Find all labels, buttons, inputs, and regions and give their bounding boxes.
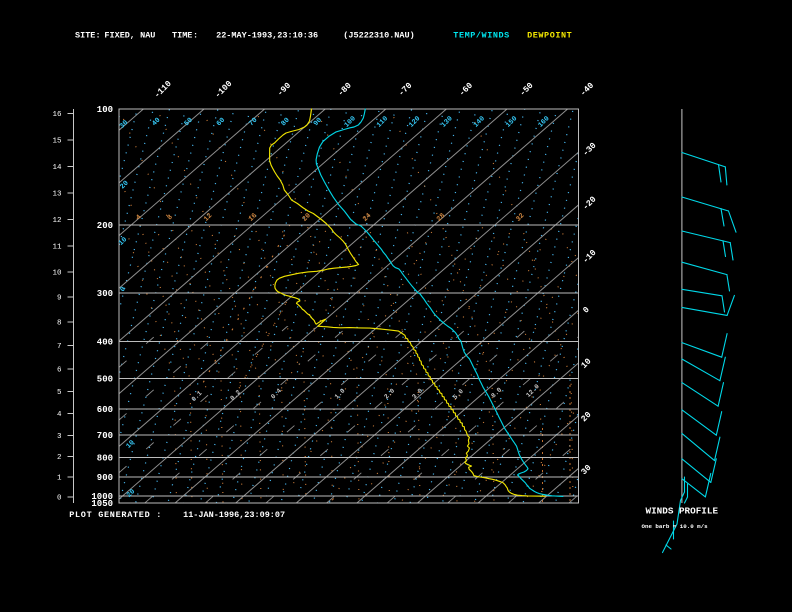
svg-text:PLOT GENERATED :: PLOT GENERATED : (69, 510, 162, 520)
svg-text:7: 7 (57, 343, 62, 351)
svg-text:11: 11 (52, 243, 62, 251)
svg-text:3: 3 (57, 433, 62, 441)
svg-text:900: 900 (97, 473, 113, 483)
svg-text:TIME: TIME (172, 30, 192, 40)
svg-text:FIXED, NAU: FIXED, NAU (104, 30, 155, 40)
svg-text:16: 16 (52, 111, 62, 119)
svg-text:12: 12 (52, 217, 61, 225)
svg-text:One barb = 10.0 m/s: One barb = 10.0 m/s (642, 523, 709, 530)
svg-text::: : (193, 30, 198, 40)
svg-text:1050: 1050 (91, 499, 113, 509)
svg-text:200: 200 (97, 221, 113, 231)
svg-text:1: 1 (57, 474, 62, 482)
svg-text:11-JAN-1996,23:09:07: 11-JAN-1996,23:09:07 (183, 510, 285, 520)
svg-text:0: 0 (57, 495, 62, 503)
svg-text::: : (96, 30, 101, 40)
svg-text:14: 14 (52, 164, 62, 172)
svg-text:5: 5 (57, 389, 62, 397)
svg-text:TEMP/WINDS: TEMP/WINDS (453, 30, 510, 40)
svg-text:600: 600 (97, 405, 113, 415)
svg-text:700: 700 (97, 431, 113, 441)
svg-text:800: 800 (97, 453, 113, 463)
svg-text:8: 8 (57, 319, 62, 327)
svg-text:2: 2 (57, 454, 62, 462)
svg-text:WINDS PROFILE: WINDS PROFILE (646, 506, 719, 517)
svg-text:400: 400 (97, 337, 113, 347)
svg-text:10: 10 (52, 269, 62, 277)
svg-text:4: 4 (57, 411, 62, 419)
svg-text:100: 100 (97, 105, 113, 115)
svg-text:22-MAY-1993,23:10:36: 22-MAY-1993,23:10:36 (216, 30, 318, 40)
svg-text:13: 13 (52, 191, 62, 199)
svg-text:15: 15 (52, 138, 62, 146)
svg-text:SITE: SITE (75, 30, 95, 40)
svg-text:DEWPOINT: DEWPOINT (527, 30, 572, 40)
svg-text:300: 300 (97, 289, 113, 299)
svg-text:6: 6 (57, 367, 62, 375)
svg-text:500: 500 (97, 375, 113, 385)
svg-text:(J5222310.NAU): (J5222310.NAU) (343, 30, 414, 40)
svg-text:9: 9 (57, 295, 62, 303)
